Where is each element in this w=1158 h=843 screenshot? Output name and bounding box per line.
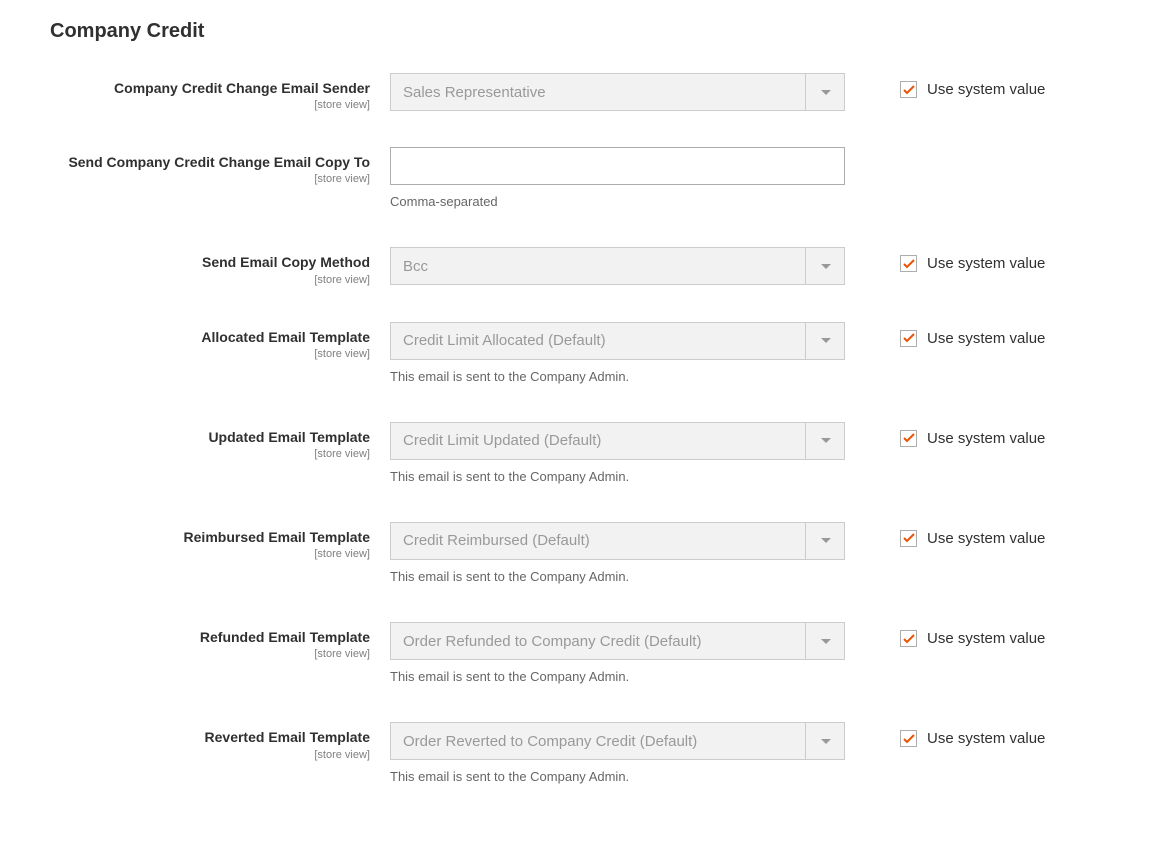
select-value: Order Refunded to Company Credit (Defaul… xyxy=(390,622,845,660)
checkbox-col: Use system value xyxy=(845,73,1045,98)
select-updated[interactable]: Credit Limit Updated (Default) xyxy=(390,422,845,460)
input-col: Comma-separated xyxy=(390,147,845,211)
check-icon xyxy=(903,259,915,269)
checkbox-label: Use system value xyxy=(927,255,1045,272)
checkbox-col: Use system value xyxy=(845,322,1045,347)
checkbox-col: Use system value xyxy=(845,622,1045,647)
field-row-copy-to: Send Company Credit Change Email Copy To… xyxy=(50,147,1108,211)
field-scope: [store view] xyxy=(50,648,370,660)
field-scope: [store view] xyxy=(50,548,370,560)
checkbox-col: Use system value xyxy=(845,422,1045,447)
select-value: Order Reverted to Company Credit (Defaul… xyxy=(390,722,845,760)
input-col: Bcc xyxy=(390,247,845,285)
field-label-sender: Company Credit Change Email Sender xyxy=(50,79,370,97)
select-value: Credit Limit Allocated (Default) xyxy=(390,322,845,360)
select-reverted[interactable]: Order Reverted to Company Credit (Defaul… xyxy=(390,722,845,760)
label-col: Send Company Credit Change Email Copy To… xyxy=(50,147,390,185)
field-note: This email is sent to the Company Admin. xyxy=(390,768,845,786)
field-row-reverted: Reverted Email Template [store view] Ord… xyxy=(50,722,1108,786)
check-icon xyxy=(903,533,915,543)
checkbox-use-system-reverted[interactable]: Use system value xyxy=(900,730,1045,747)
field-note: This email is sent to the Company Admin. xyxy=(390,668,845,686)
field-label-allocated: Allocated Email Template xyxy=(50,328,370,346)
field-note: This email is sent to the Company Admin. xyxy=(390,368,845,386)
field-scope: [store view] xyxy=(50,173,370,185)
checkbox-use-system-sender[interactable]: Use system value xyxy=(900,81,1045,98)
field-label-copy-method: Send Email Copy Method xyxy=(50,253,370,271)
checkbox-box xyxy=(900,255,917,272)
label-col: Allocated Email Template [store view] xyxy=(50,322,390,360)
select-reimbursed[interactable]: Credit Reimbursed (Default) xyxy=(390,522,845,560)
select-sender[interactable]: Sales Representative xyxy=(390,73,845,111)
select-value: Credit Limit Updated (Default) xyxy=(390,422,845,460)
input-col: Credit Limit Allocated (Default) This em… xyxy=(390,322,845,386)
input-col: Order Reverted to Company Credit (Defaul… xyxy=(390,722,845,786)
checkbox-box xyxy=(900,430,917,447)
field-scope: [store view] xyxy=(50,99,370,111)
select-value: Sales Representative xyxy=(390,73,845,111)
field-note: This email is sent to the Company Admin. xyxy=(390,468,845,486)
label-col: Updated Email Template [store view] xyxy=(50,422,390,460)
check-icon xyxy=(903,433,915,443)
field-label-reverted: Reverted Email Template xyxy=(50,728,370,746)
select-refunded[interactable]: Order Refunded to Company Credit (Defaul… xyxy=(390,622,845,660)
field-label-reimbursed: Reimbursed Email Template xyxy=(50,528,370,546)
field-scope: [store view] xyxy=(50,348,370,360)
field-scope: [store view] xyxy=(50,448,370,460)
label-col: Send Email Copy Method [store view] xyxy=(50,247,390,285)
select-allocated[interactable]: Credit Limit Allocated (Default) xyxy=(390,322,845,360)
input-col: Credit Limit Updated (Default) This emai… xyxy=(390,422,845,486)
checkbox-label: Use system value xyxy=(927,430,1045,447)
checkbox-use-system-allocated[interactable]: Use system value xyxy=(900,330,1045,347)
field-row-copy-method: Send Email Copy Method [store view] Bcc … xyxy=(50,247,1108,285)
field-label-refunded: Refunded Email Template xyxy=(50,628,370,646)
input-col: Sales Representative xyxy=(390,73,845,111)
field-label-updated: Updated Email Template xyxy=(50,428,370,446)
label-col: Reimbursed Email Template [store view] xyxy=(50,522,390,560)
field-label-copy-to: Send Company Credit Change Email Copy To xyxy=(50,153,370,171)
section-title: Company Credit xyxy=(50,20,1108,43)
checkbox-label: Use system value xyxy=(927,81,1045,98)
field-row-refunded: Refunded Email Template [store view] Ord… xyxy=(50,622,1108,686)
check-icon xyxy=(903,634,915,644)
checkbox-label: Use system value xyxy=(927,730,1045,747)
field-row-allocated: Allocated Email Template [store view] Cr… xyxy=(50,322,1108,386)
check-icon xyxy=(903,734,915,744)
checkbox-col: Use system value xyxy=(845,247,1045,272)
input-col: Order Refunded to Company Credit (Defaul… xyxy=(390,622,845,686)
select-value: Credit Reimbursed (Default) xyxy=(390,522,845,560)
checkbox-col-empty xyxy=(845,147,900,155)
select-value: Bcc xyxy=(390,247,845,285)
check-icon xyxy=(903,333,915,343)
checkbox-use-system-updated[interactable]: Use system value xyxy=(900,430,1045,447)
select-copy-method[interactable]: Bcc xyxy=(390,247,845,285)
input-copy-to[interactable] xyxy=(390,147,845,185)
field-scope: [store view] xyxy=(50,274,370,286)
checkbox-label: Use system value xyxy=(927,630,1045,647)
checkbox-col: Use system value xyxy=(845,722,1045,747)
checkbox-box xyxy=(900,730,917,747)
field-row-updated: Updated Email Template [store view] Cred… xyxy=(50,422,1108,486)
field-note: Comma-separated xyxy=(390,193,845,211)
checkbox-col: Use system value xyxy=(845,522,1045,547)
label-col: Reverted Email Template [store view] xyxy=(50,722,390,760)
check-icon xyxy=(903,85,915,95)
checkbox-use-system-copy-method[interactable]: Use system value xyxy=(900,255,1045,272)
label-col: Company Credit Change Email Sender [stor… xyxy=(50,73,390,111)
checkbox-label: Use system value xyxy=(927,530,1045,547)
field-note: This email is sent to the Company Admin. xyxy=(390,568,845,586)
checkbox-box xyxy=(900,81,917,98)
field-scope: [store view] xyxy=(50,749,370,761)
label-col: Refunded Email Template [store view] xyxy=(50,622,390,660)
checkbox-box xyxy=(900,530,917,547)
checkbox-box xyxy=(900,330,917,347)
checkbox-use-system-reimbursed[interactable]: Use system value xyxy=(900,530,1045,547)
checkbox-box xyxy=(900,630,917,647)
input-col: Credit Reimbursed (Default) This email i… xyxy=(390,522,845,586)
field-row-reimbursed: Reimbursed Email Template [store view] C… xyxy=(50,522,1108,586)
checkbox-use-system-refunded[interactable]: Use system value xyxy=(900,630,1045,647)
field-row-sender: Company Credit Change Email Sender [stor… xyxy=(50,73,1108,111)
checkbox-label: Use system value xyxy=(927,330,1045,347)
